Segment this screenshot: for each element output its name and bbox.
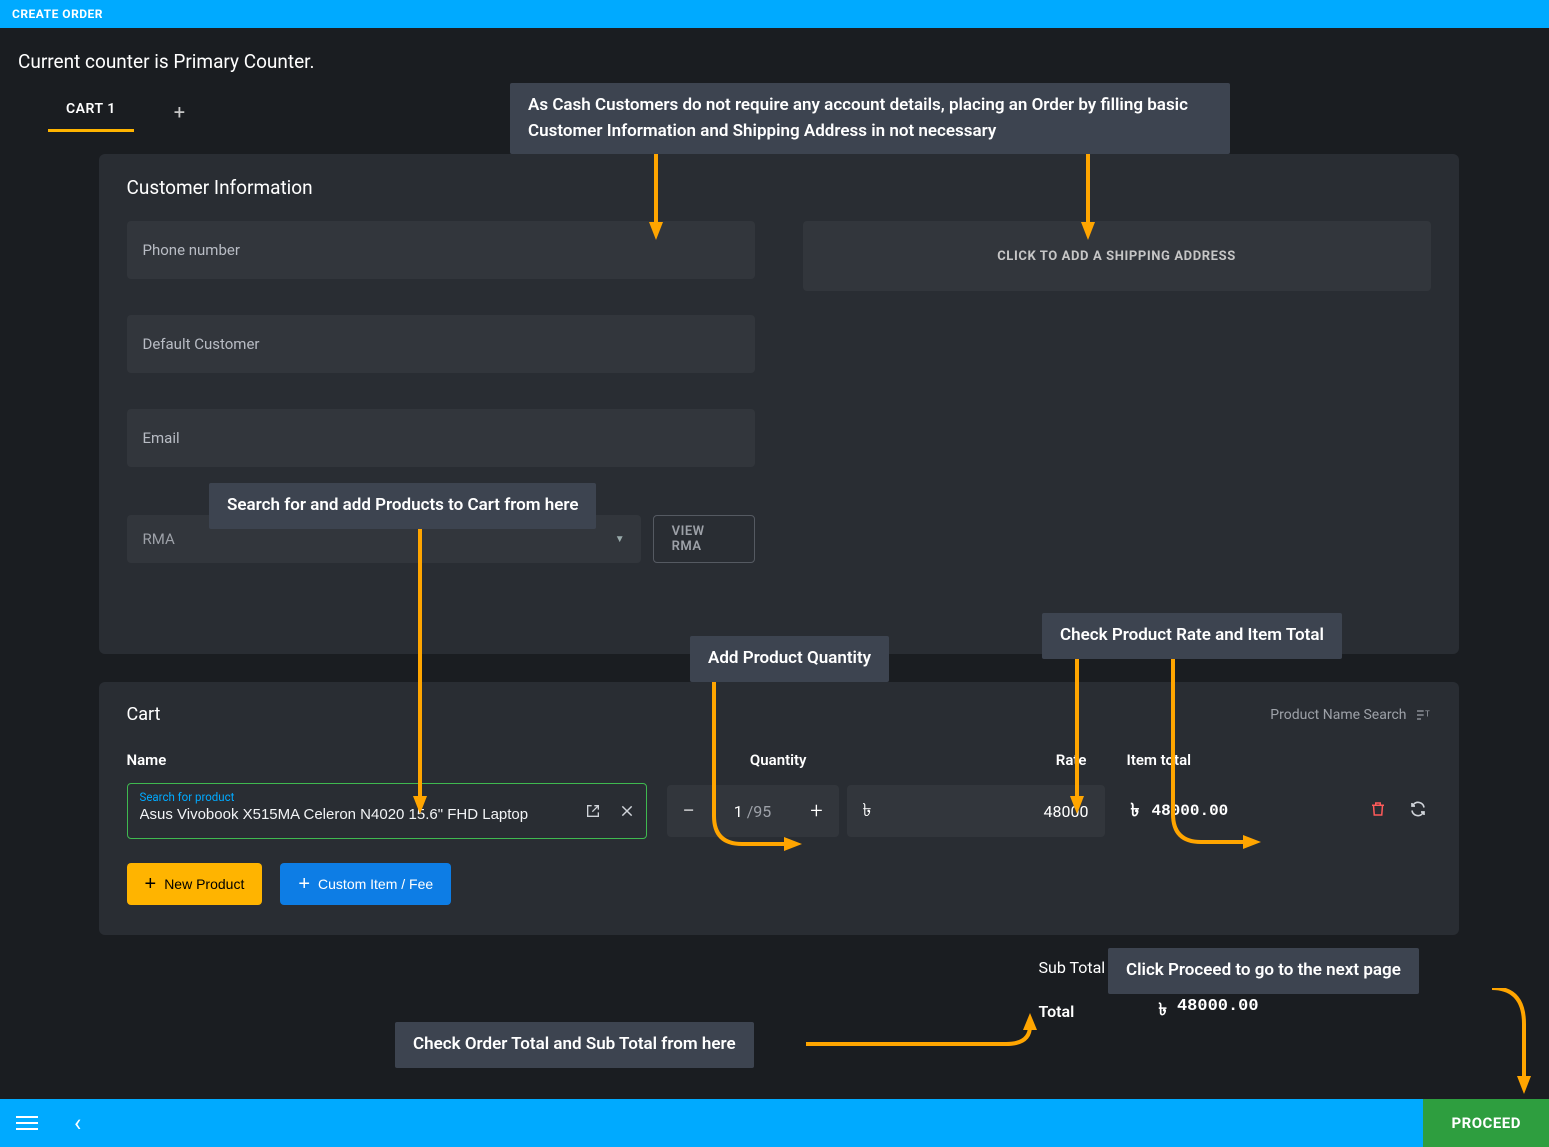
rate-value: 48000 (1044, 802, 1089, 821)
product-search-label: Search for product (140, 790, 576, 804)
customer-name-field[interactable]: Default Customer (127, 315, 755, 373)
qty-value: 1 (734, 802, 743, 821)
product-search-input[interactable] (140, 806, 576, 823)
col-quantity: Quantity (667, 751, 847, 769)
customer-info-title: Customer Information (127, 176, 1431, 199)
delete-item-icon[interactable] (1369, 799, 1387, 823)
qty-minus-button[interactable]: − (679, 799, 699, 824)
clear-product-icon[interactable] (618, 802, 636, 820)
text-search-icon: T (1415, 707, 1431, 723)
view-rma-button[interactable]: VIEW RMA (653, 515, 755, 563)
cart-item-row: Search for product − 1 /95 + (127, 783, 1431, 839)
main-content: Current counter is Primary Counter. CART… (0, 28, 1549, 1099)
product-search-field[interactable]: Search for product (127, 783, 647, 839)
email-field[interactable]: Email (127, 409, 755, 467)
proceed-button[interactable]: PROCEED (1423, 1099, 1549, 1147)
item-total: ৳ 48000.00 (1107, 796, 1327, 827)
col-rate: Rate (847, 751, 1107, 769)
col-name: Name (127, 751, 667, 769)
new-product-button[interactable]: + New Product (127, 863, 263, 905)
counter-text: Current counter is Primary Counter. (8, 28, 1549, 91)
product-name-search-toggle[interactable]: Product Name Search T (1270, 707, 1430, 723)
footer-bar: ‹ PROCEED (0, 1099, 1549, 1147)
cart-panel: Cart Product Name Search T Name Quantity… (99, 682, 1459, 935)
plus-icon: + (298, 874, 310, 894)
callout-totals: Check Order Total and Sub Total from her… (395, 1022, 754, 1068)
rma-placeholder: RMA (143, 530, 175, 548)
add-cart-tab-icon[interactable]: + (174, 100, 185, 124)
add-shipping-address-button[interactable]: CLICK TO ADD A SHIPPING ADDRESS (803, 221, 1431, 291)
total-value: 48000.00 (1177, 997, 1259, 1025)
page-title: CREATE ORDER (12, 7, 103, 21)
email-placeholder: Email (143, 429, 180, 447)
col-item-total: Item total (1107, 751, 1327, 769)
open-product-icon[interactable] (584, 802, 602, 820)
phone-field[interactable]: Phone number (127, 221, 755, 279)
refresh-item-icon[interactable] (1409, 800, 1427, 822)
qty-plus-button[interactable]: + (807, 799, 827, 824)
app-header: CREATE ORDER (0, 0, 1549, 28)
cart-title: Cart (127, 704, 161, 725)
svg-text:T: T (1425, 709, 1430, 718)
callout-rate: Check Product Rate and Item Total (1042, 613, 1342, 659)
rate-field[interactable]: ৳ 48000 (847, 785, 1105, 837)
cart-column-headers: Name Quantity Rate Item total (127, 751, 1431, 769)
callout-qty: Add Product Quantity (690, 636, 889, 682)
callout-search: Search for and add Products to Cart from… (209, 483, 596, 529)
custom-item-button[interactable]: + Custom Item / Fee (280, 863, 451, 905)
phone-placeholder: Phone number (143, 241, 240, 259)
menu-icon[interactable] (16, 1116, 38, 1130)
plus-icon: + (145, 874, 157, 894)
total-label: Total (1039, 1002, 1159, 1021)
callout-top: As Cash Customers do not require any acc… (510, 83, 1230, 154)
callout-proceed: Click Proceed to go to the next page (1108, 948, 1419, 994)
quantity-stepper[interactable]: − 1 /95 + (667, 785, 839, 837)
tab-cart-1[interactable]: CART 1 (48, 91, 134, 132)
qty-stock: /95 (747, 802, 772, 821)
customer-name-value: Default Customer (143, 335, 260, 353)
customer-info-panel: Customer Information Phone number Defaul… (99, 154, 1459, 654)
chevron-down-icon: ▼ (615, 534, 625, 545)
back-icon[interactable]: ‹ (74, 1109, 81, 1137)
currency-icon: ৳ (863, 796, 872, 827)
